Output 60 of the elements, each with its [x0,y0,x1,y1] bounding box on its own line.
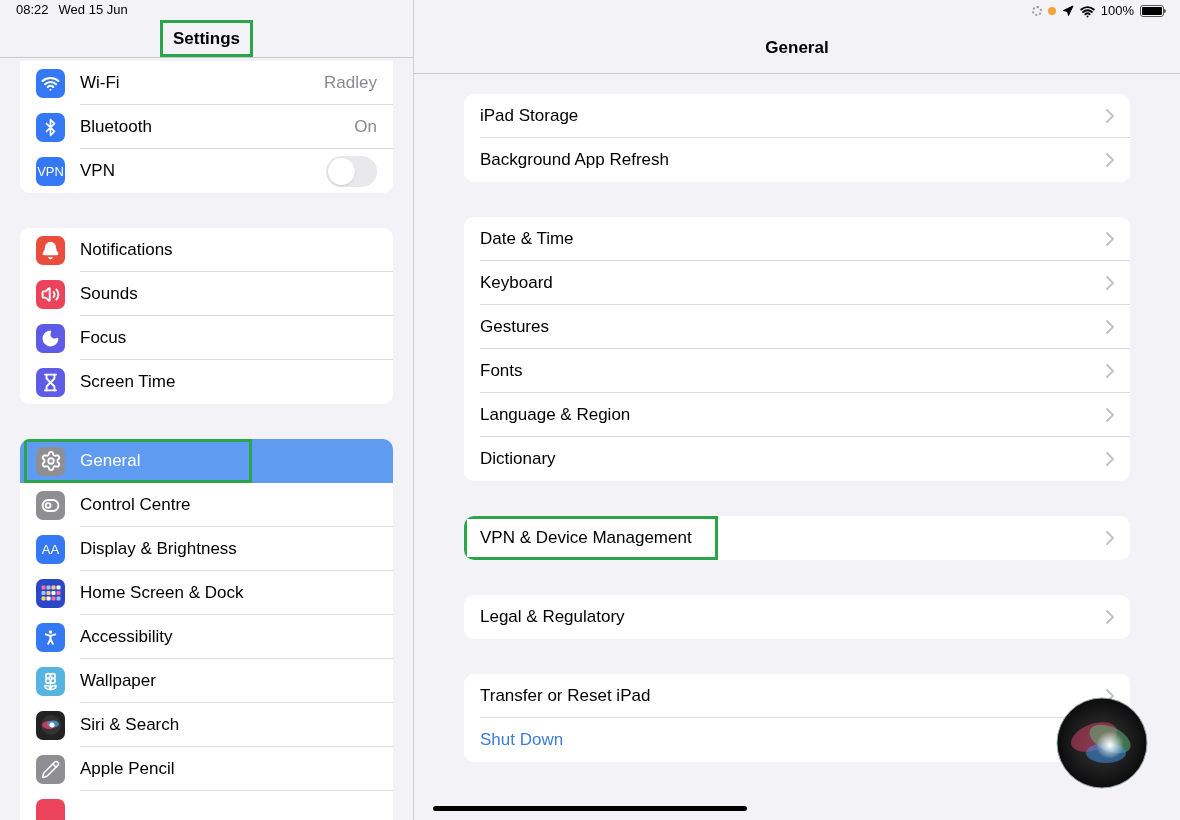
item-value: On [354,115,377,138]
row-label: iPad Storage [480,104,579,127]
chevron-icon [1106,231,1114,246]
row-label: Date & Time [480,227,574,250]
toggle-switch[interactable] [326,155,377,187]
item-label: Bluetooth [80,115,152,138]
chevron-icon [1106,363,1114,378]
status-time: 08:22 [16,1,49,19]
chevron-icon [1106,153,1114,167]
detail-title: General [765,36,829,59]
item-label: Siri & Search [80,713,180,736]
sidebar-title: Settings [159,19,254,57]
item-label: Notifications [80,238,173,261]
hourglass-icon [41,372,60,392]
chevron-icon [1106,452,1114,466]
wifi-signal-icon [1079,3,1095,19]
pencil-icon [41,759,60,779]
speaker-icon [41,284,60,304]
icon-label: AA [41,542,60,556]
row-label: Background App Refresh [480,149,669,172]
activity-icon [1031,6,1042,16]
row-label: Legal & Regulatory [480,606,625,629]
chevron-icon [1106,610,1114,624]
chevron-icon [1106,108,1114,123]
item-label: Wi-Fi [80,71,120,94]
row-label: Gestures [480,315,549,338]
battery-icon [1140,5,1166,17]
row-label: Shut Down [480,729,564,752]
moon-icon [41,328,60,348]
chevron-icon [1106,407,1114,422]
bell-icon [41,240,60,260]
app-icon [36,798,65,820]
item-label: Sounds [80,282,138,305]
item-label: Apple Pencil [80,757,175,780]
grid-icon [40,585,61,601]
location-icon [1061,5,1074,17]
item-label: Display & Brightness [80,537,237,560]
battery-percent: 100% [1100,2,1134,21]
item-label: Control Centre [80,493,191,516]
item-label: Focus [80,326,127,349]
item-label: Home Screen & Dock [80,581,244,604]
siri-overlay[interactable] [1056,697,1148,789]
item-label: Wallpaper [80,669,156,692]
item-label: VPN [80,160,115,183]
item-value: Radley [324,71,377,94]
row-label: Keyboard [480,271,553,294]
row-label: Transfer or Reset iPad [480,684,651,707]
item-label: General [80,450,141,473]
row-label: Dictionary [480,448,556,471]
row-label: VPN & Device Management [480,527,692,550]
row-label: Language & Region [480,403,631,426]
chevron-icon [1106,319,1114,334]
item-label: Accessibility [80,625,173,648]
row-label: Fonts [480,359,523,382]
flower-icon [41,671,60,691]
item-label: Screen Time [80,371,176,394]
chevron-icon [1106,531,1114,545]
icon-label: VPN [37,164,64,178]
chevron-icon [1106,275,1114,290]
status-date: Wed 15 Jun [58,1,128,19]
